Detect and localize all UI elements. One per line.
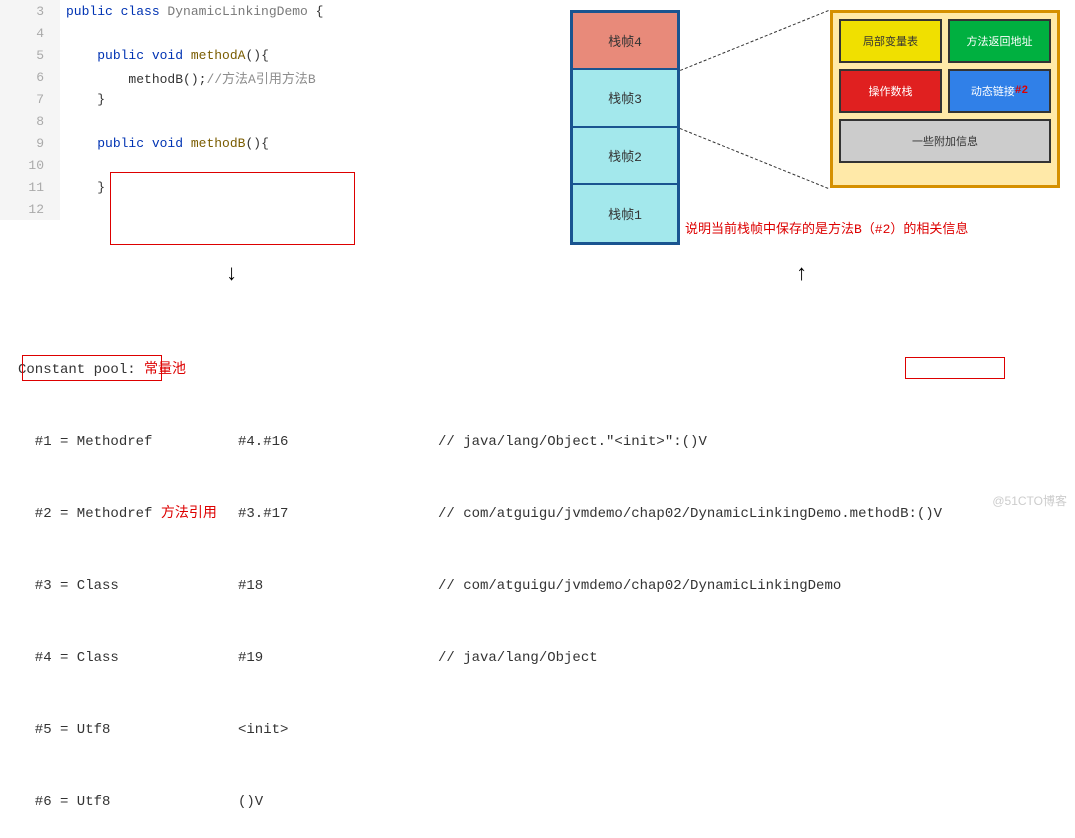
pool-row: #3 = Class#18// com/atguigu/jvmdemo/chap…: [18, 574, 942, 598]
method-name: methodA: [183, 48, 245, 63]
operand-stack-box: 操作数栈: [839, 69, 942, 113]
line-number: 10: [0, 154, 60, 176]
line-number: 6: [0, 66, 60, 88]
class-name: DynamicLinkingDemo: [160, 4, 308, 19]
arrow-down-icon: ↓: [225, 262, 238, 287]
line-number: 7: [0, 88, 60, 110]
keyword: public class: [66, 4, 160, 19]
line-number: 12: [0, 198, 60, 220]
hash2-label: #2: [1015, 85, 1028, 97]
pool-row: #6 = Utf8()V: [18, 790, 942, 814]
return-addr-box: 方法返回地址: [948, 19, 1051, 63]
stack-diagram: 栈帧4 栈帧3 栈帧2 栈帧1 局部变量表 方法返回地址 操作数栈 动态链接 #…: [570, 10, 1060, 255]
pool-row: #2 = Methodref 方法引用#3.#17// com/atguigu/…: [18, 502, 942, 526]
local-vars-box: 局部变量表: [839, 19, 942, 63]
stack-frame: 栈帧1: [573, 185, 677, 242]
dashed-line: [680, 128, 829, 189]
highlight-methodref2: [22, 355, 162, 381]
extra-info-box: 一些附加信息: [839, 119, 1051, 163]
pool-row: #1 = Methodref#4.#16// java/lang/Object.…: [18, 430, 942, 454]
line-number: 11: [0, 176, 60, 198]
stack-column: 栈帧4 栈帧3 栈帧2 栈帧1: [570, 10, 680, 245]
pool-row: #5 = Utf8<init>: [18, 718, 942, 742]
keyword: public void: [97, 136, 183, 151]
method-call: methodB();: [128, 72, 206, 87]
dynamic-link-box: 动态链接 #2: [948, 69, 1051, 113]
line-number: 8: [0, 110, 60, 132]
highlight-methodb-sig: [905, 357, 1005, 379]
method-name: methodB: [183, 136, 245, 151]
comment: //方法A引用方法B: [206, 72, 315, 87]
line-number: 5: [0, 44, 60, 66]
annotation-note: 说明当前栈帧中保存的是方法B（#2）的相关信息: [685, 218, 968, 237]
stack-frame: 栈帧4: [573, 13, 677, 70]
stack-frame: 栈帧2: [573, 128, 677, 185]
pool-row: #4 = Class#19// java/lang/Object: [18, 646, 942, 670]
highlight-methodb: [110, 172, 355, 245]
stack-frame: 栈帧3: [573, 70, 677, 127]
line-number: 9: [0, 132, 60, 154]
line-number: 4: [0, 22, 60, 44]
watermark: @51CTO博客: [992, 492, 1067, 509]
keyword: public void: [97, 48, 183, 63]
frame-detail: 局部变量表 方法返回地址 操作数栈 动态链接 #2 一些附加信息: [830, 10, 1060, 188]
constant-pool: Constant pool: 常量池 #1 = Methodref#4.#16/…: [18, 310, 942, 838]
methodref-label: 方法引用: [161, 506, 217, 522]
arrow-up-icon: ↑: [795, 262, 808, 287]
line-number: 3: [0, 0, 60, 22]
dashed-line: [680, 10, 829, 71]
